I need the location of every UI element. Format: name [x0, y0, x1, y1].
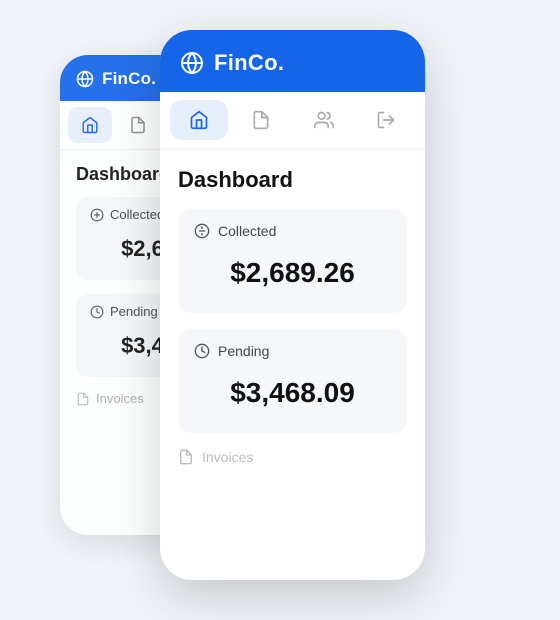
fg-page-title: Dashboard: [178, 167, 407, 193]
bg-nav-docs[interactable]: [116, 107, 160, 143]
fg-collected-value: $2,689.26: [194, 247, 391, 299]
fg-nav-docs[interactable]: [232, 100, 290, 140]
globe-icon: [76, 70, 94, 88]
bg-brand-name: FinCo.: [102, 69, 156, 89]
fg-invoices-label: Invoices: [202, 449, 253, 465]
fg-nav-home[interactable]: [170, 100, 228, 140]
bg-nav-home[interactable]: [68, 107, 112, 143]
fg-collected-card: Collected $2,689.26: [178, 209, 407, 313]
bg-collected-label: Collected: [110, 207, 164, 222]
fg-clock-icon: [194, 343, 210, 359]
fg-phone-header: FinCo.: [160, 30, 425, 92]
fg-dollar-circle-icon: [194, 223, 210, 239]
fg-pending-card: Pending $3,468.09: [178, 329, 407, 433]
fg-globe-icon: [180, 51, 204, 75]
home-icon: [81, 116, 99, 134]
fg-brand-name: FinCo.: [214, 50, 284, 76]
bg-pending-label: Pending: [110, 304, 158, 319]
fg-pending-header: Pending: [194, 343, 391, 359]
fg-invoices-item: Invoices: [178, 449, 407, 465]
fg-collected-label: Collected: [218, 223, 276, 239]
dollar-circle-icon: [90, 208, 104, 222]
foreground-phone: FinCo.: [160, 30, 425, 580]
fg-invoice-icon: [178, 449, 194, 465]
fg-home-icon: [189, 110, 209, 130]
fg-people-icon: [314, 110, 334, 130]
fg-nav-logout[interactable]: [357, 100, 415, 140]
fg-nav-bar: [160, 92, 425, 149]
clock-icon-bg: [90, 305, 104, 319]
fg-logout-icon: [376, 110, 396, 130]
documents-icon: [129, 116, 147, 134]
fg-pending-label: Pending: [218, 343, 269, 359]
bg-invoices-label: Invoices: [96, 391, 144, 406]
fg-pending-value: $3,468.09: [194, 367, 391, 419]
fg-collected-header: Collected: [194, 223, 391, 239]
fg-documents-icon: [251, 110, 271, 130]
fg-nav-people[interactable]: [295, 100, 353, 140]
fg-content: Dashboard Collected $2,689.26 Pending $3…: [160, 149, 425, 483]
invoice-icon-bg: [76, 392, 90, 406]
